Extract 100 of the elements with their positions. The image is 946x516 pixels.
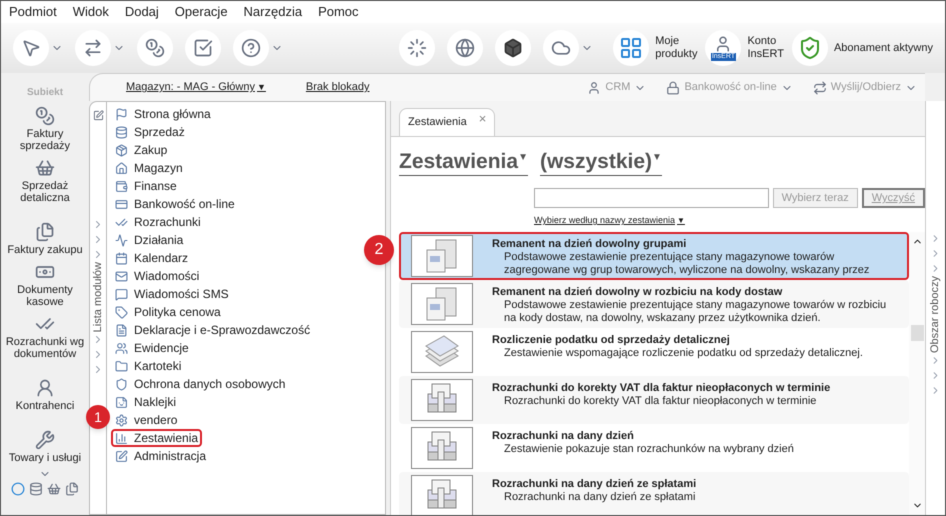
shortcut-icon — [35, 106, 55, 126]
module-icon — [115, 270, 128, 282]
report-row[interactable]: Remanent na dzień dowolny w rozbiciu na kody dostaw Podstawowe zestawienie prezentujące stany magazynowe towarów w rozbiciu na kody dostaw, na dowolny, wskazany przez użytkownika dzień. — [399, 280, 909, 328]
report-row[interactable]: Rozrachunki do korekty VAT dla faktur nieopłaconych w terminie Rozrachunki do korekty VAT dla faktur nieopłaconych w terminie — [399, 376, 909, 424]
module-item[interactable]: Naklejki — [111, 393, 180, 411]
module-item[interactable]: Rozrachunki — [111, 213, 205, 231]
module-item[interactable]: Kalendarz — [111, 249, 192, 267]
menu-item[interactable]: Dodaj — [124, 2, 159, 22]
module-item[interactable]: Administracja — [111, 447, 210, 465]
shortcut-button[interactable]: Faktury zakupu — [4, 204, 86, 256]
module-item[interactable]: Bankowość on-line — [111, 195, 239, 213]
warehouse-selector[interactable]: Magazyn: - MAG - Główny ▼ — [126, 79, 266, 96]
module-item[interactable]: Ochrona danych osobowych — [111, 375, 290, 393]
module-icon — [115, 144, 128, 156]
help-icon — [241, 38, 261, 58]
toolbar-button[interactable]: Moje produkty — [613, 30, 698, 66]
menu-item[interactable]: Narzędzia — [244, 2, 302, 22]
toolbar-label: Moje produkty — [655, 35, 698, 61]
report-description: Rozrachunki do korekty VAT dla faktur nieopłaconych w terminie — [503, 394, 818, 408]
module-item[interactable]: Wiadomości — [111, 267, 204, 285]
module-icon — [115, 360, 128, 372]
report-description: Podstawowe zestawienie prezentujące stany magazynowe towarów zagregowane wg grup towarowych, wyliczone na dowolny, wskazany przez — [503, 250, 870, 276]
module-item[interactable]: Polityka cenowa — [111, 303, 225, 321]
pin-icon[interactable] — [92, 110, 104, 121]
globe-icon — [455, 38, 476, 58]
module-item[interactable]: Zakup — [111, 141, 172, 159]
coins-icon[interactable] — [29, 482, 43, 496]
shortcut-button[interactable]: Rozrachunki wg dokumentów — [4, 308, 86, 360]
module-icon — [115, 306, 128, 318]
report-title: Rozrachunki na dany dzień ze spłatami — [492, 476, 698, 490]
arrows-icon — [83, 38, 103, 58]
toolbar-label: Konto InsERT — [747, 35, 784, 61]
shortcut-button[interactable]: Towary i usługi — [4, 412, 86, 464]
coins-icon — [145, 38, 165, 58]
report-row[interactable]: Rozrachunki na dany dzień Zestawienie pokazuje stan rozrachunków na wybrany dzień — [399, 424, 909, 472]
pointer-icon — [21, 38, 41, 58]
shortcut-button[interactable]: Faktury sprzedaży — [4, 100, 86, 152]
report-row[interactable]: Remanent na dzień dowolny grupami Podstawowe zestawienie prezentujące stany magazynowe towarów zagregowane wg grup towarowych, wyliczone na dowolny, wskazany przez — [399, 232, 909, 280]
report-title: Remanent na dzień dowolny w rozbiciu na kody dostaw — [492, 284, 784, 298]
module-icon — [115, 234, 128, 246]
report-title: Remanent na dzień dowolny grupami — [492, 236, 688, 250]
scrollbar[interactable] — [909, 232, 925, 515]
menu-item[interactable]: Podmiot — [9, 2, 57, 22]
shortcut-button[interactable]: Sprzedaż detaliczna — [4, 152, 86, 204]
scroll-thumb[interactable] — [910, 325, 924, 342]
panel-label: Lista modułów — [90, 262, 105, 332]
module-item[interactable]: Działania — [111, 231, 188, 249]
cube-icon — [503, 38, 524, 58]
module-item[interactable]: Wiadomości SMS — [111, 285, 233, 303]
circle-icon[interactable] — [11, 482, 25, 496]
module-item[interactable]: vendero — [111, 411, 182, 429]
report-description: Rozrachunki na dany dzień ze spłatami — [503, 490, 696, 504]
toolbar-button[interactable]: Abonament aktywny — [792, 30, 933, 66]
person-icon — [587, 80, 602, 94]
module-item[interactable]: Strona główna — [111, 105, 215, 123]
lock-status-link[interactable]: Brak blokady — [306, 79, 370, 96]
checkbox-icon — [193, 38, 213, 58]
report-row[interactable]: Rozrachunki na dany dzień ze spłatami Rozrachunki na dany dzień ze spłatami — [399, 472, 909, 515]
menu-item[interactable]: Widok — [72, 2, 109, 22]
lock-icon — [666, 80, 680, 94]
filter-dropdown[interactable]: (wszystkie)▼ — [540, 145, 662, 176]
module-icon — [115, 378, 128, 390]
module-icon — [115, 414, 128, 426]
toolbar-label: Abonament aktywny — [834, 42, 933, 54]
category-dropdown[interactable]: Zestawienia▼ — [399, 145, 528, 176]
report-description: Podstawowe zestawienie prezentujące stany magazynowe towarów w rozbiciu na kody dostaw, na dowolny, wskazany przez użytkownika dzień. — [503, 298, 888, 324]
module-item[interactable]: Deklaracje i e-Sprawozdawczość — [111, 321, 314, 339]
module-item[interactable]: Zestawienia — [111, 429, 202, 447]
module-item[interactable]: Kartoteki — [111, 357, 186, 375]
shortcut-button[interactable]: Kontrahenci — [4, 360, 86, 412]
module-icon — [115, 108, 128, 120]
report-title: Rozrachunki na dany dzień — [492, 428, 635, 442]
module-icon — [115, 198, 128, 210]
report-row[interactable]: Rozliczenie podatku od sprzedaży detalicznej Zestawienie wspomagające rozliczenie podatku od sprzedaży detalicznej. — [399, 328, 909, 376]
shortcut-icon — [35, 158, 55, 178]
module-icon — [115, 432, 128, 444]
shortcut-button[interactable]: Dokumenty kasowe — [4, 256, 86, 308]
close-button[interactable]: × — [478, 108, 486, 128]
spinner-icon — [407, 38, 428, 58]
search-field[interactable] — [534, 188, 769, 208]
tab[interactable]: Zestawienia × — [399, 108, 496, 136]
basket-icon[interactable] — [47, 482, 61, 496]
module-item[interactable]: Magazyn — [111, 159, 187, 177]
report-description: Zestawienie pokazuje stan rozrachunków na wybrany dzień — [503, 442, 795, 456]
toolbar-button[interactable] — [495, 30, 532, 66]
module-item[interactable]: Finanse — [111, 177, 181, 195]
module-item[interactable]: Sprzedaż — [111, 123, 189, 141]
sort-link[interactable]: Wybierz według nazwy zestawienia ▼ — [534, 214, 685, 228]
shortcut-icon — [35, 378, 55, 398]
shortcut-icon — [35, 222, 55, 242]
module-icon — [115, 288, 128, 300]
menu-item[interactable]: Operacje — [174, 2, 228, 22]
module-icon — [115, 162, 128, 174]
module-item[interactable]: Ewidencje — [111, 339, 193, 357]
report-title: Rozliczenie podatku od sprzedaży detalicznej — [492, 332, 731, 346]
module-icon — [115, 180, 128, 192]
menu-item[interactable]: Pomoc — [318, 2, 359, 22]
panel-label: Obszar roboczy — [928, 276, 942, 354]
module-icon — [115, 252, 128, 264]
documents-icon[interactable] — [65, 482, 79, 496]
